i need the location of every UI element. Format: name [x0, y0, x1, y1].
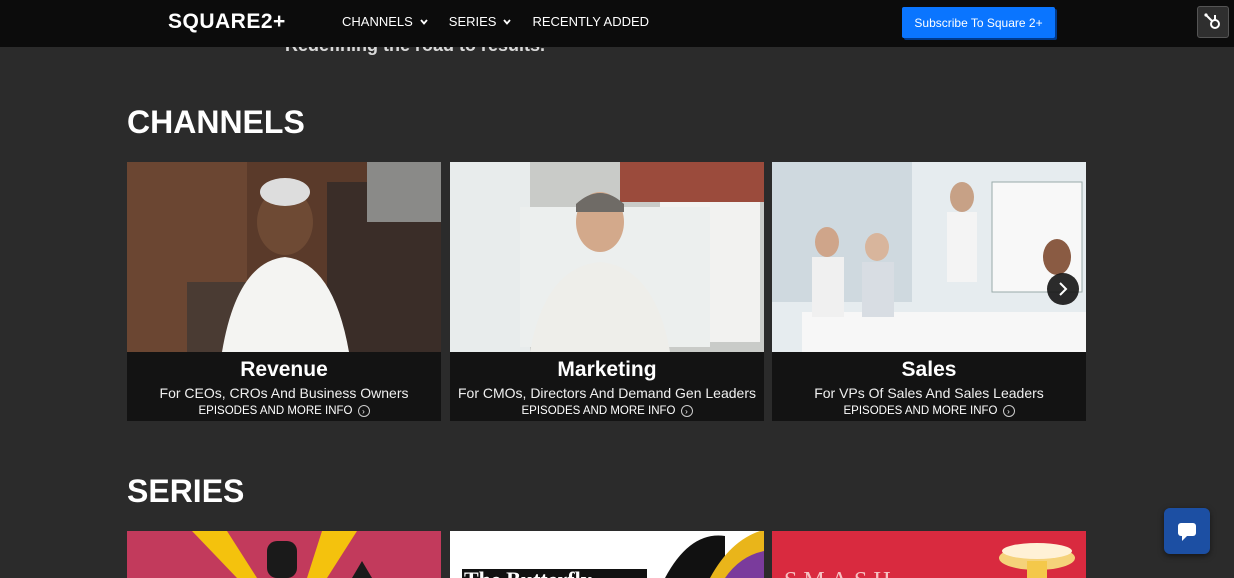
nav-series-label: SERIES: [448, 14, 497, 29]
card-subtitle: For VPs Of Sales And Sales Leaders: [814, 385, 1044, 401]
chevron-down-icon: [503, 18, 512, 25]
subscribe-button[interactable]: Subscribe To Square 2+: [902, 7, 1055, 38]
channel-card-sales[interactable]: Sales For VPs Of Sales And Sales Leaders…: [772, 162, 1086, 421]
carousel-next-button[interactable]: [1047, 273, 1079, 305]
circle-chevron-icon: ›: [680, 405, 693, 417]
sales-photo: [772, 162, 1086, 352]
channel-card-marketing[interactable]: Marketing For CMOs, Directors And Demand…: [450, 162, 764, 421]
nav-recently-added[interactable]: RECENTLY ADDED: [532, 14, 649, 29]
circle-chevron-icon: ›: [1002, 405, 1015, 417]
series-1-artwork: [127, 531, 441, 578]
card-subtitle: For CMOs, Directors And Demand Gen Leade…: [457, 385, 756, 401]
hubspot-icon[interactable]: [1197, 6, 1229, 38]
top-navigation-bar: SQUARE2+ CHANNELS SERIES RECENTLY ADDED …: [0, 0, 1234, 47]
card-title: Revenue: [240, 358, 328, 381]
card-title: Sales: [901, 358, 957, 381]
chevron-right-icon: [1059, 282, 1068, 296]
episodes-link[interactable]: EPISODES AND MORE INFO ›: [199, 405, 370, 417]
nav-channels[interactable]: CHANNELS: [342, 14, 429, 29]
marketing-photo: [450, 162, 764, 352]
site-logo[interactable]: SQUARE2+: [168, 10, 286, 34]
revenue-caption: Revenue For CEOs, CROs And Business Owne…: [127, 352, 441, 421]
revenue-photo: [127, 162, 441, 352]
series-thumb-3[interactable]: SMASH: [772, 531, 1086, 578]
series-section-title: SERIES: [127, 473, 245, 509]
sales-caption: Sales For VPs Of Sales And Sales Leaders…: [772, 352, 1086, 421]
card-subtitle: For CEOs, CROs And Business Owners: [159, 385, 409, 401]
chat-icon: [1178, 523, 1196, 541]
circle-chevron-icon: ›: [357, 405, 370, 417]
nav-channels-label: CHANNELS: [342, 14, 413, 29]
series-2-caption: The Butterfly: [464, 569, 592, 578]
episodes-link[interactable]: EPISODES AND MORE INFO ›: [522, 405, 693, 417]
main-nav: CHANNELS SERIES RECENTLY ADDED: [342, 14, 649, 29]
series-thumb-1[interactable]: [127, 531, 441, 578]
chat-launcher-button[interactable]: [1164, 508, 1210, 554]
marketing-caption: Marketing For CMOs, Directors And Demand…: [450, 352, 764, 421]
nav-series[interactable]: SERIES: [449, 14, 513, 29]
series-3-caption: SMASH: [784, 569, 897, 578]
channel-card-revenue[interactable]: Revenue For CEOs, CROs And Business Owne…: [127, 162, 441, 421]
series-thumb-2[interactable]: The Butterfly: [450, 531, 764, 578]
nav-recently-added-label: RECENTLY ADDED: [532, 14, 650, 29]
channels-section-title: CHANNELS: [127, 104, 305, 140]
card-title: Marketing: [557, 358, 657, 381]
episodes-link-label: EPISODES AND MORE INFO: [843, 405, 998, 417]
episodes-link-label: EPISODES AND MORE INFO: [198, 405, 353, 417]
episodes-link-label: EPISODES AND MORE INFO: [521, 405, 676, 417]
episodes-link[interactable]: EPISODES AND MORE INFO ›: [844, 405, 1015, 417]
chevron-down-icon: [420, 18, 428, 25]
